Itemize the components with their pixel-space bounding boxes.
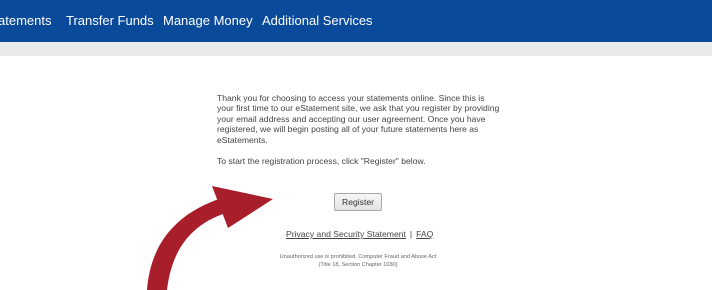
legal-line-2: (Title 18, Section Chapter 1030) bbox=[318, 261, 398, 268]
estatement-page: atements Transfer Funds Manage Money Add… bbox=[0, 0, 712, 290]
privacy-security-link[interactable]: Privacy and Security Statement bbox=[286, 229, 406, 239]
nav-item-transfer-funds[interactable]: Transfer Funds bbox=[66, 0, 154, 42]
faq-link[interactable]: FAQ bbox=[416, 229, 433, 239]
top-navigation: atements Transfer Funds Manage Money Add… bbox=[0, 0, 712, 42]
footer-links: Privacy and Security Statement | FAQ bbox=[286, 229, 433, 239]
sub-navigation-bar bbox=[0, 42, 712, 56]
register-button[interactable]: Register bbox=[334, 193, 382, 211]
link-separator: | bbox=[409, 229, 413, 239]
nav-item-statements[interactable]: atements bbox=[0, 0, 51, 42]
arrow-shaft bbox=[147, 198, 226, 290]
registration-message: Thank you for choosing to access your st… bbox=[217, 93, 502, 177]
nav-item-additional-services[interactable]: Additional Services bbox=[262, 0, 373, 42]
legal-notice: Unauthorized use is prohibited. Computer… bbox=[240, 254, 476, 269]
arrow-head bbox=[212, 186, 273, 228]
intro-text: Thank you for choosing to access your st… bbox=[217, 93, 500, 145]
legal-line-1: Unauthorized use is prohibited. Computer… bbox=[279, 254, 437, 260]
nav-item-manage-money[interactable]: Manage Money bbox=[163, 0, 253, 42]
instruction-text: To start the registration process, click… bbox=[217, 156, 426, 167]
